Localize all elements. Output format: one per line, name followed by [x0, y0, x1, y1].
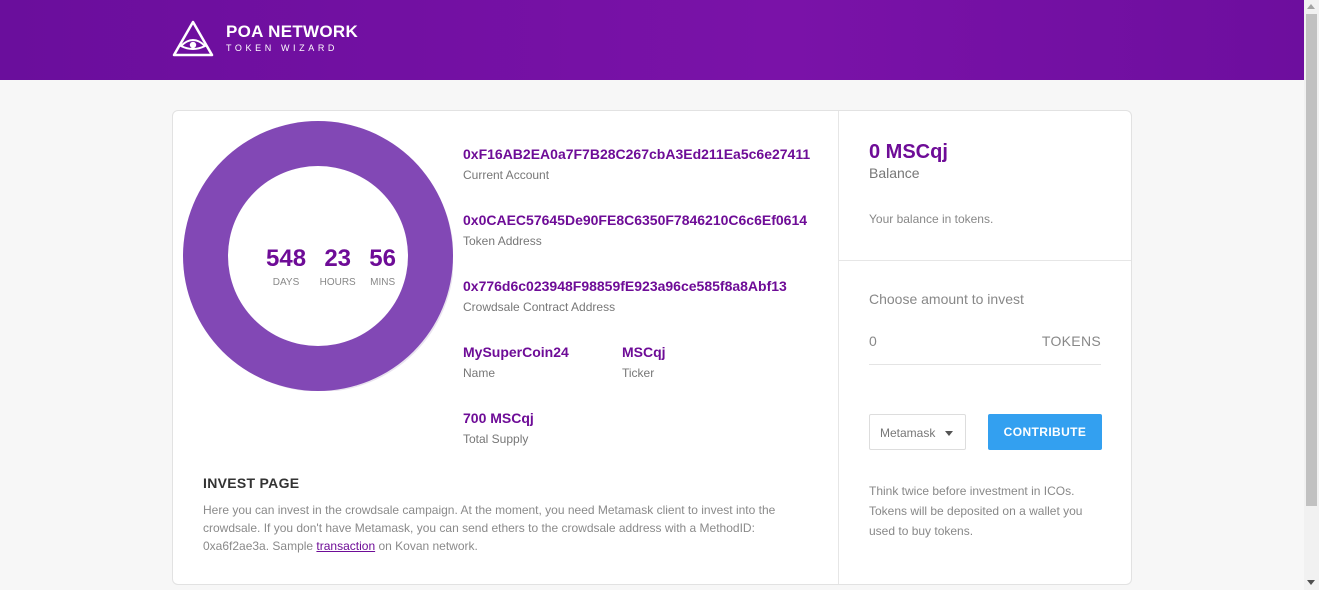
amount-input[interactable]	[869, 333, 1019, 349]
invest-text-after: on Kovan network.	[375, 539, 478, 553]
poa-eye-logo-icon	[172, 20, 214, 57]
invest-page-description: Here you can invest in the crowdsale cam…	[203, 501, 813, 555]
current-account-value: 0xF16AB2EA0a7F7B28C267cbA3Ed211Ea5c6e274…	[463, 146, 811, 162]
balance-label: Balance	[869, 165, 920, 181]
balance-value: 0 MSCqj	[869, 141, 948, 163]
countdown-ring: 548 DAYS 23 HOURS 56 MINS	[183, 121, 454, 392]
countdown-timer: 548 DAYS 23 HOURS 56 MINS	[266, 245, 396, 288]
transaction-link[interactable]: transaction	[316, 539, 375, 553]
amount-unit: TOKENS	[1041, 333, 1101, 349]
caret-down-icon	[945, 431, 953, 436]
timer-mins: 56 MINS	[369, 245, 396, 288]
scroll-up-icon[interactable]	[1307, 4, 1315, 9]
token-address-value: 0x0CAEC57645De90FE8C6350F7846210C6c6Ef06…	[463, 212, 808, 228]
token-name-label: Name	[463, 366, 496, 380]
hours-label: HOURS	[319, 277, 356, 288]
total-supply-value: 700 MSCqj	[463, 410, 534, 426]
hours-value: 23	[324, 245, 352, 272]
token-name-value: MySuperCoin24	[463, 344, 569, 360]
timer-days: 548 DAYS	[266, 245, 306, 288]
invest-page-title: INVEST PAGE	[203, 475, 300, 491]
logo-title: POA NETWORK	[226, 22, 359, 41]
crowdsale-address-block: 0x776d6c023948F98859fE923a96ce585f8a8Abf…	[463, 277, 787, 315]
current-account-block: 0xF16AB2EA0a7F7B28C267cbA3Ed211Ea5c6e274…	[463, 145, 810, 183]
amount-field: TOKENS	[869, 333, 1101, 365]
wallet-select[interactable]: Metamask	[869, 414, 966, 450]
invest-text-before: Here you can invest in the crowdsale cam…	[203, 503, 776, 553]
wallet-select-value: Metamask	[880, 426, 936, 440]
app-header: POA NETWORK TOKEN WIZARD	[0, 0, 1304, 80]
crowdsale-address-value: 0x776d6c023948F98859fE923a96ce585f8a8Abf…	[463, 278, 787, 294]
choose-amount-label: Choose amount to invest	[869, 291, 1024, 307]
contribute-button[interactable]: CONTRIBUTE	[988, 414, 1102, 450]
vertical-divider	[838, 111, 839, 584]
total-supply-label: Total Supply	[463, 432, 529, 446]
balance-hint: Your balance in tokens.	[869, 212, 994, 226]
token-address-label: Token Address	[463, 234, 542, 248]
mins-label: MINS	[370, 277, 396, 288]
days-value: 548	[266, 245, 307, 272]
timer-hours: 23 HOURS	[320, 245, 356, 288]
current-account-label: Current Account	[463, 168, 550, 182]
token-name-block: MySuperCoin24 Name	[463, 343, 569, 381]
investment-warning: Think twice before investment in ICOs. T…	[869, 484, 1083, 538]
scroll-down-icon[interactable]	[1307, 580, 1315, 585]
ticker-value: MSCqj	[622, 344, 666, 360]
logo-subtitle: TOKEN WIZARD	[226, 43, 339, 53]
ticker-block: MSCqj Ticker	[622, 343, 666, 381]
page-scrollbar[interactable]	[1304, 0, 1319, 590]
crowdsale-address-label: Crowdsale Contract Address	[463, 300, 616, 314]
total-supply-block: 700 MSCqj Total Supply	[463, 409, 534, 447]
days-label: DAYS	[272, 277, 300, 288]
mins-value: 56	[369, 245, 396, 272]
scrollbar-thumb[interactable]	[1306, 14, 1317, 506]
ticker-label: Ticker	[622, 366, 655, 380]
token-address-block: 0x0CAEC57645De90FE8C6350F7846210C6c6Ef06…	[463, 211, 807, 249]
horizontal-divider	[839, 260, 1131, 261]
logo[interactable]: POA NETWORK TOKEN WIZARD	[172, 20, 358, 58]
invest-card: 548 DAYS 23 HOURS 56 MINS 0xF16AB2EA0a7F…	[172, 110, 1132, 585]
